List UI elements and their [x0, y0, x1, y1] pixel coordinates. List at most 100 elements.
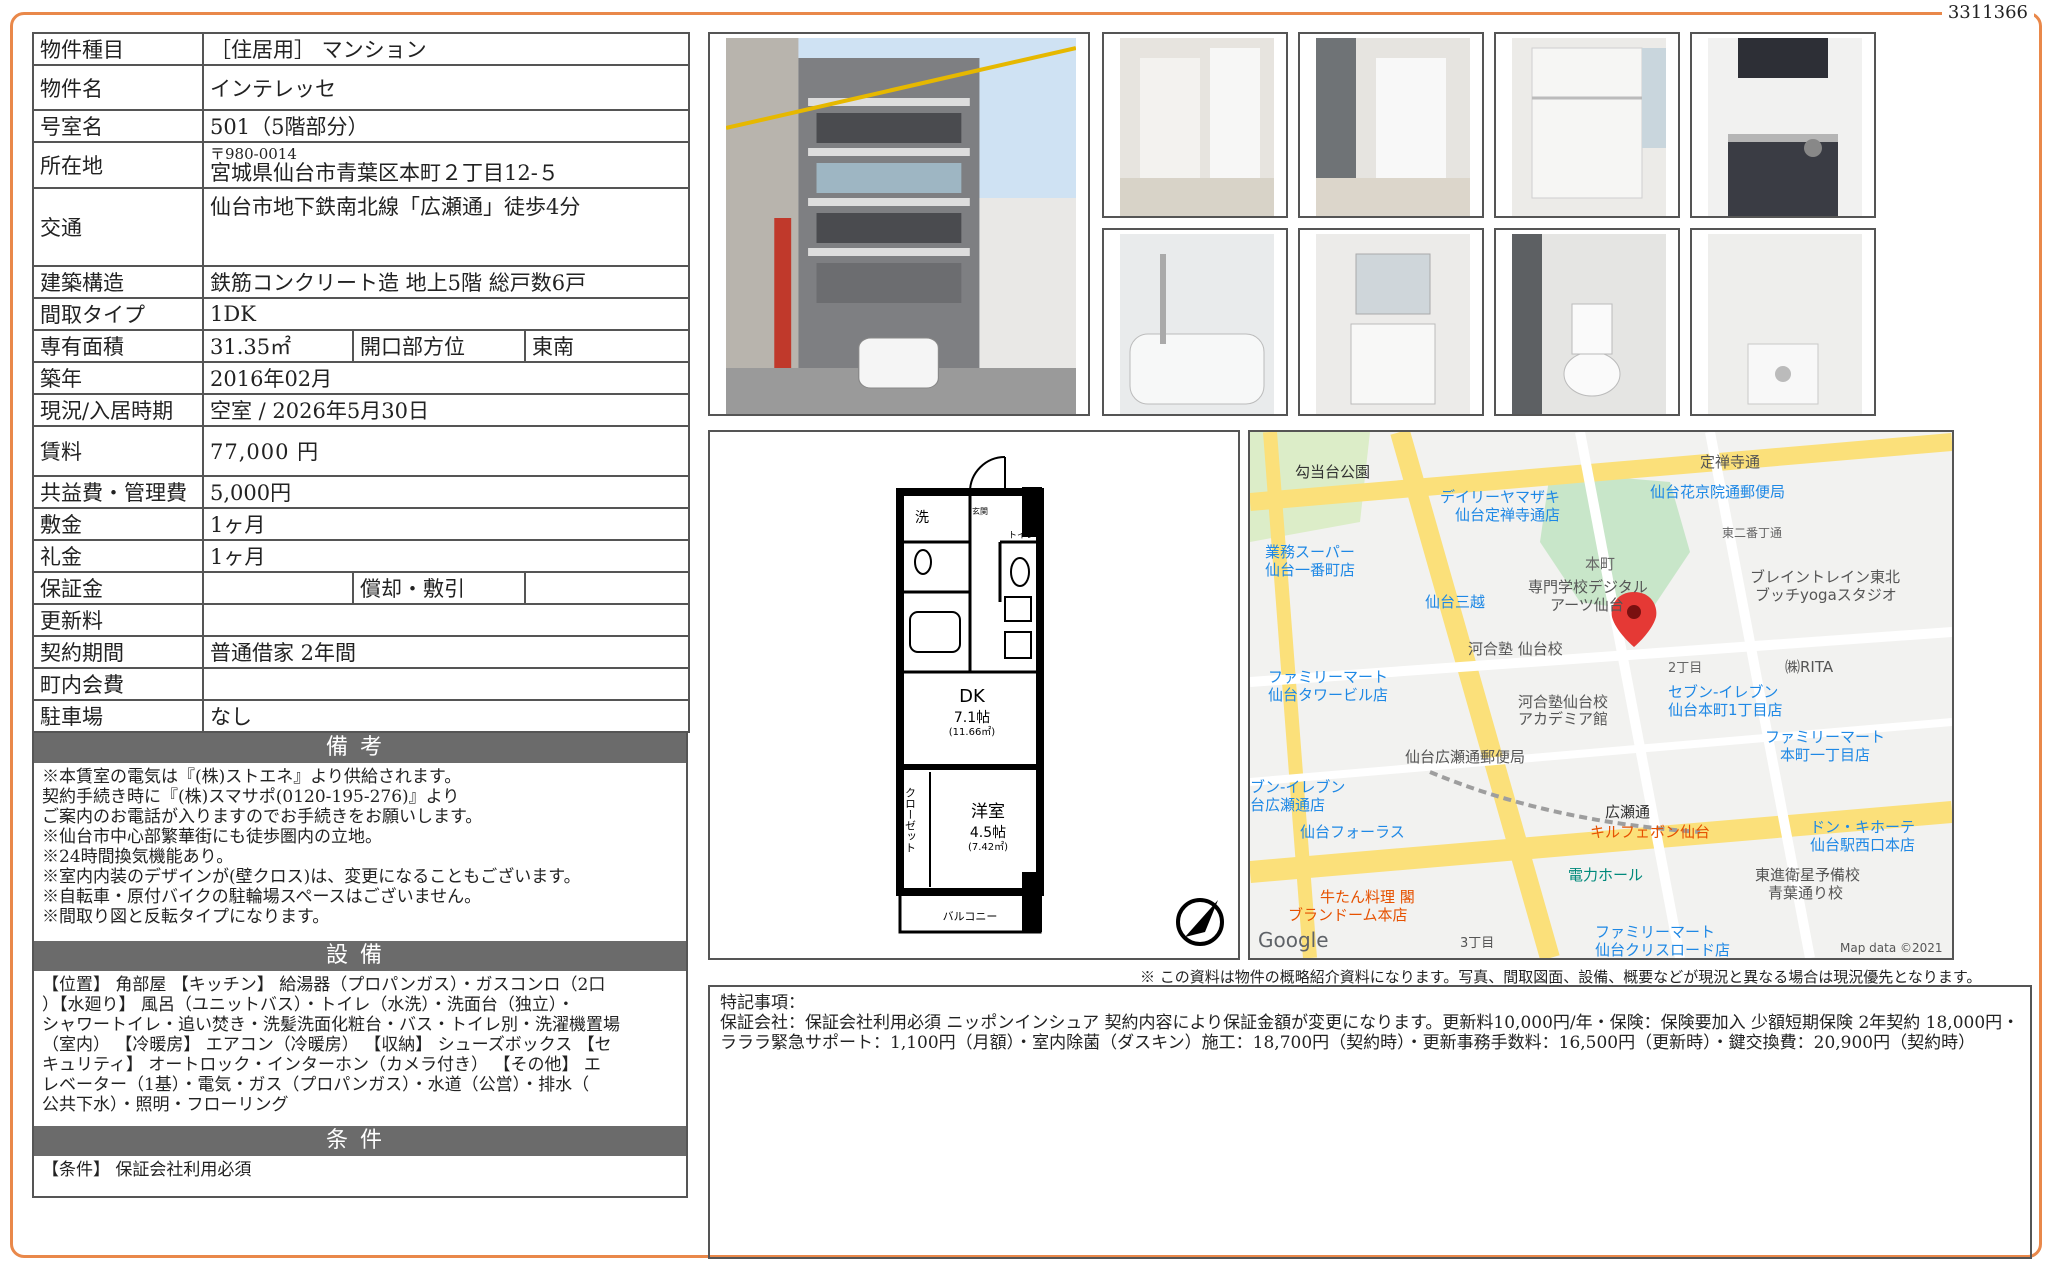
conditions-text: 【条件】 保証会社利用必須: [42, 1160, 252, 1180]
floorplan-western-m2: (7.42㎡): [968, 841, 1008, 853]
closet-image: [1512, 38, 1666, 216]
map-label: 台広瀬通店: [1250, 796, 1325, 814]
equipment-line: キュリティ】 オートロック・インターホン（カメラ付き） 【その他】 エ: [42, 1055, 601, 1075]
room-photo: [1690, 228, 1876, 416]
fee-value: 5,000円: [201, 475, 691, 509]
map-label: ファミリーマート: [1595, 923, 1715, 941]
name-label: 物件名: [32, 64, 204, 111]
postal-code: 〒980-0014: [210, 145, 297, 163]
floorplan-entry: 玄関: [972, 506, 988, 516]
map-label: 業務スーパー: [1265, 543, 1355, 561]
bathroom-image: [1120, 234, 1274, 414]
map-label: ファミリーマート: [1268, 668, 1388, 686]
map-label: アーツ仙台: [1550, 596, 1624, 614]
map-label: 勾当台公園: [1295, 463, 1370, 481]
address-cell: 〒980-0014 宮城県仙台市青葉区本町２丁目12-５: [201, 141, 691, 189]
document-id: 3311366: [1941, 2, 2034, 23]
living-room-image: [1120, 38, 1274, 216]
rent-label: 賃料: [32, 425, 204, 477]
floorplan-toilet: トイレ: [1008, 531, 1035, 541]
deposit-label: 敷金: [32, 507, 204, 541]
map-canvas: 定禅寺通 勾当台公園 デイリーヤマザキ 仙台定禅寺通店 仙台花京院通郵便局 業務…: [1250, 432, 1952, 958]
floorplan-wash: 洗: [915, 510, 929, 526]
remarks-title: 特記事項：: [720, 993, 805, 1013]
floorplan-balcony: バルコニー: [943, 910, 998, 923]
conditions-body: 【条件】 保証会社利用必須: [32, 1156, 688, 1198]
floorplan-closet: クローゼット: [904, 787, 917, 853]
disclaimer: ※ この資料は物件の概略紹介資料になります。写真、間取図面、設備、概要などが現況…: [1140, 968, 1982, 986]
amort-value: [523, 571, 691, 605]
room-label: 号室名: [32, 109, 204, 143]
structure-label: 建築構造: [32, 265, 204, 299]
structure-value: 鉄筋コンクリート造 地上5階 総戸数6戸: [201, 265, 691, 299]
map-label: ブッチyogaスタジオ: [1755, 586, 1897, 604]
map-label: ㈱RITA: [1785, 658, 1834, 676]
note-line: ※自転車・原付バイクの駐輪場スペースはございません。: [42, 887, 482, 907]
note-line: ※本賃室の電気は『(株)ストエネ』より供給されます。: [42, 767, 462, 787]
renewal-label: 更新料: [32, 603, 204, 637]
map-label: ブランドーム本店: [1288, 906, 1408, 924]
room-photo: [1298, 228, 1484, 416]
map-label: 定禅寺通: [1700, 453, 1760, 471]
map-label: ブレイントレイン東北: [1750, 568, 1900, 586]
room-window-image: [1316, 38, 1470, 216]
equipment-line: ）【水廻り】 風呂（ユニットバス）・トイレ（水洗）・洗面台（独立）・: [42, 995, 575, 1015]
conditions-title: 条件: [32, 1126, 688, 1156]
layout-value: 1DK: [201, 297, 691, 331]
guarantee-value: [202, 571, 354, 605]
status-value: 空室 / 2026年5月30日: [201, 393, 691, 427]
map-label: 東二番丁通: [1722, 526, 1782, 540]
room-photo: [1102, 228, 1288, 416]
map[interactable]: 定禅寺通 勾当台公園 デイリーヤマザキ 仙台定禅寺通店 仙台花京院通郵便局 業務…: [1248, 430, 1954, 960]
parking-label: 駐車場: [32, 699, 204, 733]
built-label: 築年: [32, 361, 204, 395]
room-photo: [1494, 228, 1680, 416]
type-label: 物件種目: [32, 32, 204, 66]
map-label: 河合塾仙台校: [1518, 693, 1608, 711]
map-label: 河合塾 仙台校: [1468, 640, 1563, 658]
building-exterior-image: [726, 38, 1076, 414]
floorplan: 洗 玄関 トイレ DK 7.1帖 (11.66㎡) 洋室 4.5帖 (7.42㎡…: [708, 430, 1240, 960]
note-line: ※室内内装のデザインが(壁クロス)は、変更になることもございます。: [42, 867, 581, 887]
map-label: 電力ホール: [1568, 866, 1643, 884]
equipment-line: 【位置】 角部屋 【キッチン】 給湯器（プロパンガス）・ガスコンロ（2口: [42, 975, 606, 995]
area-label: 専有面積: [32, 329, 204, 363]
map-label: 仙台三越: [1425, 593, 1485, 611]
guarantee-label: 保証金: [32, 571, 204, 605]
map-label: 牛たん料理 閣: [1320, 888, 1415, 906]
address-value: 宮城県仙台市青葉区本町２丁目12-５: [210, 161, 559, 185]
map-label: アカデミア館: [1518, 710, 1608, 728]
special-remarks: 特記事項： 保証会社：保証会社利用必須 ニッポンインシュア 契約内容により保証金…: [708, 985, 2032, 1259]
key-money-label: 礼金: [32, 539, 204, 573]
renewal-value: [201, 603, 691, 637]
map-label: 広瀬通: [1605, 803, 1650, 821]
map-label: デイリーヤマザキ: [1440, 488, 1560, 506]
room-photo: [1494, 32, 1680, 218]
map-label: 3丁目: [1460, 936, 1494, 951]
room-photo: [1690, 32, 1876, 218]
layout-label: 間取タイプ: [32, 297, 204, 331]
map-label: 仙台広瀬通郵便局: [1405, 748, 1525, 766]
notes-body: ※本賃室の電気は『(株)ストエネ』より供給されます。 契約手続き時に『(株)スマ…: [32, 763, 688, 941]
spec-panel: 物件種目 ［住居用］ マンション 物件名 インテレッセ 号室名 501（5階部分） 所…: [32, 32, 691, 1198]
neighborhood-label: 町内会費: [32, 667, 204, 701]
map-label: 青葉通り校: [1768, 884, 1843, 902]
address-label: 所在地: [32, 141, 204, 189]
contract-value: 普通借家 2年間: [201, 635, 691, 669]
floorplan-drawing: 洗 玄関 トイレ DK 7.1帖 (11.66㎡) 洋室 4.5帖 (7.42㎡…: [896, 456, 1224, 946]
key-money-value: 1ヶ月: [201, 539, 691, 573]
map-label: 仙台定禅寺通店: [1455, 506, 1560, 524]
type-value: ［住居用］ マンション: [201, 32, 691, 66]
direction-value: 東南: [523, 329, 691, 363]
map-label: 仙台クリスロード店: [1595, 941, 1730, 958]
map-label: 東進衛星予備校: [1755, 866, 1860, 884]
toilet-image: [1512, 234, 1666, 414]
equipment-title: 設備: [32, 941, 688, 971]
map-label: セブン-イレブン: [1668, 683, 1778, 701]
floorplan-western: 洋室: [971, 802, 1005, 822]
room-photo: [1298, 32, 1484, 218]
map-label: Map data ©2021: [1840, 941, 1943, 955]
equipment-line: （室内） 【冷暖房】 エアコン（冷暖房） 【収納】 シューズボックス 【セ: [42, 1035, 612, 1055]
equipment-line: レベーター（1基）・電気・ガス（プロパンガス）・水道（公営）・排水（: [42, 1075, 590, 1095]
spec-table: 物件種目 ［住居用］ マンション 物件名 インテレッセ 号室名 501（5階部分） 所…: [32, 32, 691, 733]
